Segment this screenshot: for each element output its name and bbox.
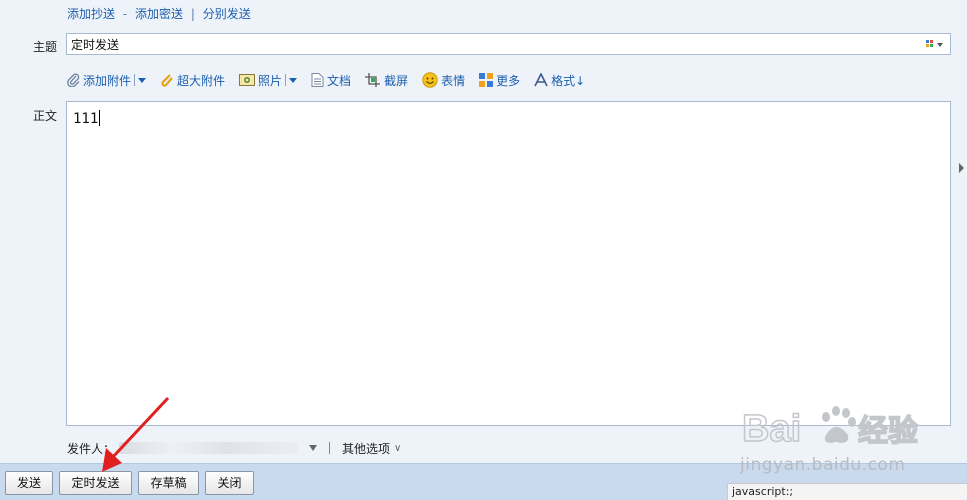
photo-group: 照片 [239,72,298,89]
double-chevron-down-icon: ∨ [394,442,402,454]
separator: | [190,7,195,21]
screenshot-icon [365,73,381,87]
divider [329,442,331,454]
subject-input[interactable] [67,34,907,54]
editor-toolbar: 添加附件 超大附件 照片 文档 截屏 表情 更多 格式↓ [67,70,599,90]
screenshot-button[interactable]: 截屏 [365,72,408,89]
apps-grid-icon [479,73,494,87]
close-button[interactable]: 关闭 [205,471,254,495]
body-text: 111 [73,111,99,127]
add-cc-link[interactable]: 添加抄送 [67,7,115,21]
subject-field-wrapper [66,33,951,55]
format-label: 格式↓ [551,73,586,88]
sender-select[interactable] [119,442,300,454]
chevron-down-icon[interactable] [289,77,298,83]
scheduled-send-button[interactable]: 定时发送 [59,471,132,495]
photo-button[interactable]: 照片 [239,72,282,89]
divider [134,74,136,86]
photo-icon [239,74,256,86]
document-icon [311,73,324,87]
emoji-label: 表情 [441,73,466,88]
send-button[interactable]: 发送 [5,471,53,495]
screenshot-label: 截屏 [384,73,409,88]
add-bcc-link[interactable]: 添加密送 [135,7,183,21]
subject-label: 主题 [33,40,58,54]
large-attachment-label: 超大附件 [177,73,226,88]
emoji-button[interactable]: 表情 [422,72,465,89]
separator: - [122,7,128,21]
large-attachment-button[interactable]: 超大附件 [160,72,225,89]
add-attachment-label: 添加附件 [83,73,132,88]
sender-row: 发件人： 其他选项 ∨ [67,440,401,457]
photo-label: 照片 [258,73,283,88]
document-label: 文档 [327,73,352,88]
body-label: 正文 [33,109,58,123]
more-options-label: 其他选项 [342,441,391,456]
save-draft-button[interactable]: 存草稿 [138,471,199,495]
document-button[interactable]: 文档 [311,72,351,89]
add-attachment-group: 添加附件 [67,72,147,89]
more-button[interactable]: 更多 [479,72,520,89]
separate-send-link[interactable]: 分别发送 [203,7,251,21]
font-format-icon [534,73,548,87]
large-paperclip-icon [161,74,173,87]
divider [285,74,287,86]
more-label: 更多 [496,73,521,88]
grid-icon[interactable] [926,39,944,49]
message-body-editor[interactable]: 111 [66,101,951,426]
status-bar: javascript:; [727,483,967,500]
chevron-down-icon[interactable] [309,445,318,451]
recipient-options: 添加抄送 - 添加密送 | 分别发送 [67,5,251,22]
sender-label: 发件人： [67,441,116,456]
more-options-toggle[interactable]: 其他选项 ∨ [342,440,401,457]
add-attachment-button[interactable]: 添加附件 [67,72,131,89]
chevron-down-icon[interactable] [138,77,147,83]
smiley-icon [422,72,438,88]
paperclip-icon [67,73,80,87]
expand-panel-icon[interactable] [959,163,964,173]
format-button[interactable]: 格式↓ [534,72,585,89]
